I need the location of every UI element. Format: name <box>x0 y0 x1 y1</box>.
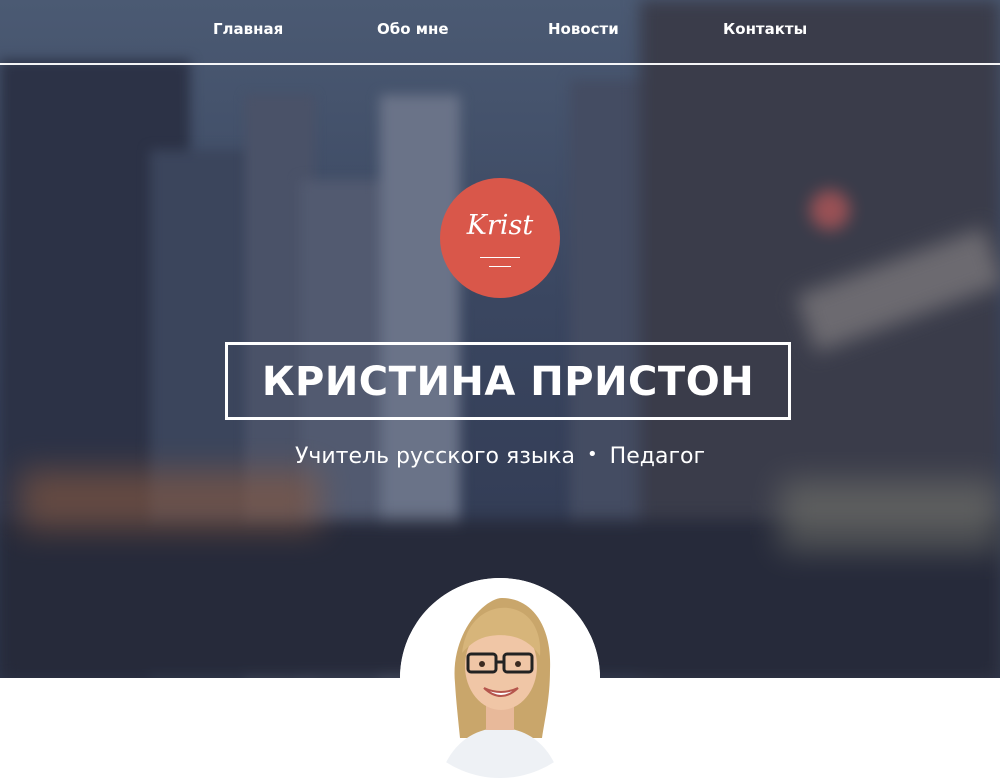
avatar <box>400 578 600 778</box>
nav-item-contacts[interactable]: Контакты <box>723 20 807 38</box>
subtitle-role-pedagogue: Педагог <box>609 444 706 469</box>
main-navigation: Главная Обо мне Новости Контакты <box>0 0 1000 63</box>
subtitle-role-teacher: Учитель русского языка <box>294 444 576 469</box>
name-frame: КРИСТИНА ПРИСТОН <box>225 342 791 420</box>
logo-badge[interactable]: Krist <box>440 178 560 298</box>
nav-item-home[interactable]: Главная <box>213 20 283 38</box>
logo-divider <box>489 266 511 267</box>
profile-photo-icon <box>400 578 600 778</box>
logo-text: Krist <box>466 210 534 241</box>
logo-divider <box>480 257 520 258</box>
nav-divider <box>0 63 1000 65</box>
subtitle: Учитель русского языка • Педагог <box>0 444 1000 469</box>
nav-item-news[interactable]: Новости <box>548 20 619 38</box>
bullet-separator: • <box>587 444 598 465</box>
hero-section: Главная Обо мне Новости Контакты Krist К… <box>0 0 1000 678</box>
page-title: КРИСТИНА ПРИСТОН <box>261 359 755 405</box>
nav-item-about[interactable]: Обо мне <box>377 20 449 38</box>
city-background-image <box>0 0 1000 678</box>
